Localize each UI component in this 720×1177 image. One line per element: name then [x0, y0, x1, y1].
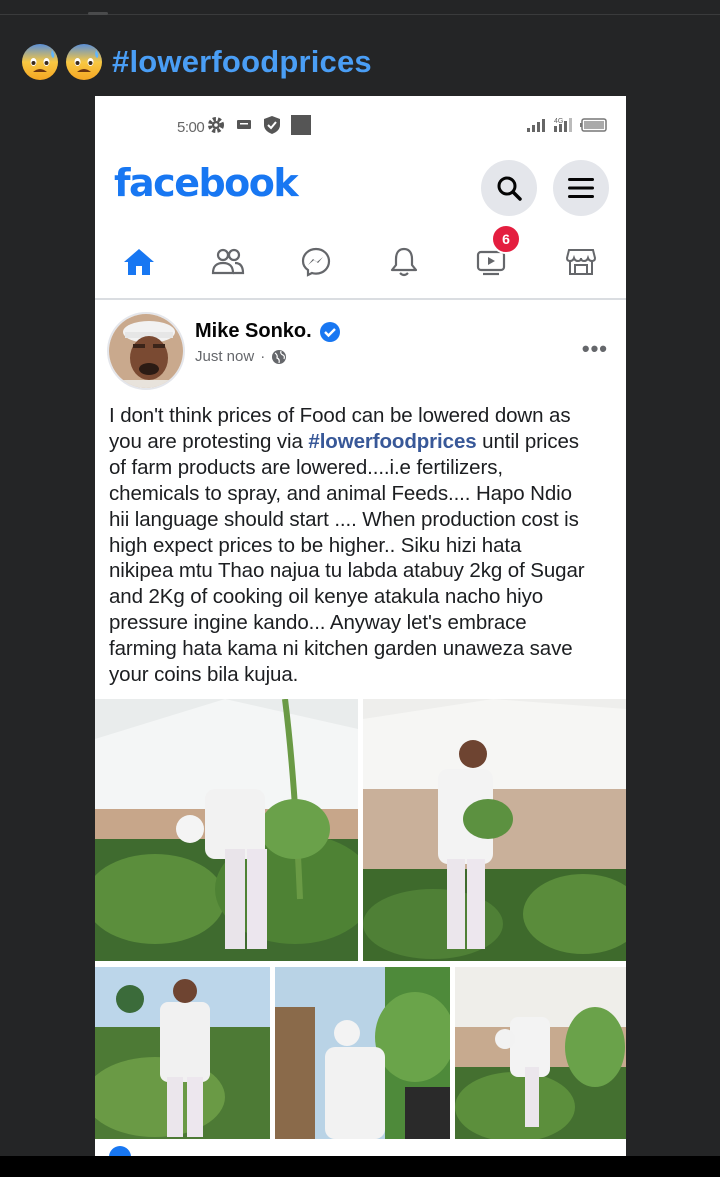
top-divider — [0, 14, 720, 15]
hamburger-menu-icon — [568, 178, 594, 198]
bell-icon — [390, 247, 418, 277]
facebook-header: facebook — [95, 158, 626, 220]
verified-badge-icon — [319, 321, 340, 342]
nav-home[interactable] — [109, 232, 169, 292]
top-handle — [88, 12, 108, 15]
photo-garden-lorry[interactable] — [275, 967, 450, 1139]
facebook-logo[interactable]: facebook — [114, 161, 299, 205]
network-4g-icon: 4G — [554, 118, 572, 132]
search-button[interactable] — [481, 160, 537, 216]
photo-greenhouse-1[interactable] — [95, 699, 358, 961]
nav-messenger[interactable] — [286, 232, 346, 292]
settings-gear-icon — [208, 117, 224, 133]
post-meta: Just now · — [195, 348, 287, 365]
post-text-part2: until prices of farm products are lowere… — [109, 429, 585, 687]
page: #lowerfoodprices 5:00 4G facebook 6 Mike… — [0, 0, 720, 1177]
post-timestamp[interactable]: Just now — [195, 348, 254, 365]
post-caption: #lowerfoodprices — [20, 42, 372, 82]
photo-watermelon-field[interactable] — [95, 967, 270, 1139]
author-avatar[interactable] — [107, 312, 185, 390]
menu-button[interactable] — [553, 160, 609, 216]
anxious-face-with-sweat-icon — [22, 44, 58, 80]
friends-icon — [211, 248, 245, 275]
photo-grid — [95, 699, 626, 1139]
post-text: I don't think prices of Food can be lowe… — [109, 403, 612, 688]
status-icons-right: 4G — [526, 116, 608, 134]
photo-greenhouse-3[interactable] — [455, 967, 626, 1139]
author-name[interactable]: Mike Sonko. — [195, 320, 312, 343]
square-indicator-icon — [291, 115, 311, 135]
status-icons-left — [207, 115, 311, 135]
anxious-face-with-sweat-icon — [66, 44, 102, 80]
garden-photo — [275, 967, 450, 1139]
greenhouse-photo — [455, 967, 626, 1139]
nav-notifications[interactable] — [374, 232, 434, 292]
photo-greenhouse-2[interactable] — [363, 699, 626, 961]
messenger-icon — [301, 247, 331, 277]
facebook-nav-bar: 6 — [95, 220, 626, 300]
message-icon — [237, 120, 251, 129]
home-icon — [124, 249, 154, 275]
post-body: I don't think prices of Food can be lowe… — [95, 398, 626, 702]
avatar-photo — [109, 314, 183, 388]
shield-icon — [264, 116, 280, 134]
globe-public-icon — [272, 349, 287, 364]
search-icon — [497, 176, 522, 201]
svg-text:4G: 4G — [554, 118, 563, 125]
signal-bars-icon — [527, 119, 545, 132]
field-photo — [95, 967, 270, 1139]
nav-marketplace[interactable] — [551, 232, 611, 292]
notification-badge: 6 — [491, 224, 521, 254]
more-options-icon[interactable]: ••• — [582, 336, 608, 362]
bottom-bar — [0, 1156, 720, 1177]
status-time: 5:00 — [177, 119, 205, 136]
status-bar: 5:00 4G — [95, 96, 626, 158]
meta-separator: · — [260, 348, 266, 365]
post-header: Mike Sonko. Just now · ••• — [95, 300, 626, 398]
greenhouse-photo — [363, 699, 626, 961]
battery-icon — [580, 118, 607, 132]
facebook-screenshot: 5:00 4G facebook 6 Mike Sonko. Just now … — [95, 96, 626, 1156]
reaction-icon — [109, 1146, 131, 1156]
post-hashtag[interactable]: #lowerfoodprices — [112, 44, 372, 80]
marketplace-shop-icon — [565, 249, 597, 275]
greenhouse-photo — [95, 699, 358, 961]
author-row: Mike Sonko. — [195, 320, 341, 343]
post-hashtag-link[interactable]: #lowerfoodprices — [308, 430, 476, 453]
nav-watch[interactable]: 6 — [462, 224, 522, 292]
nav-friends[interactable] — [198, 232, 258, 292]
